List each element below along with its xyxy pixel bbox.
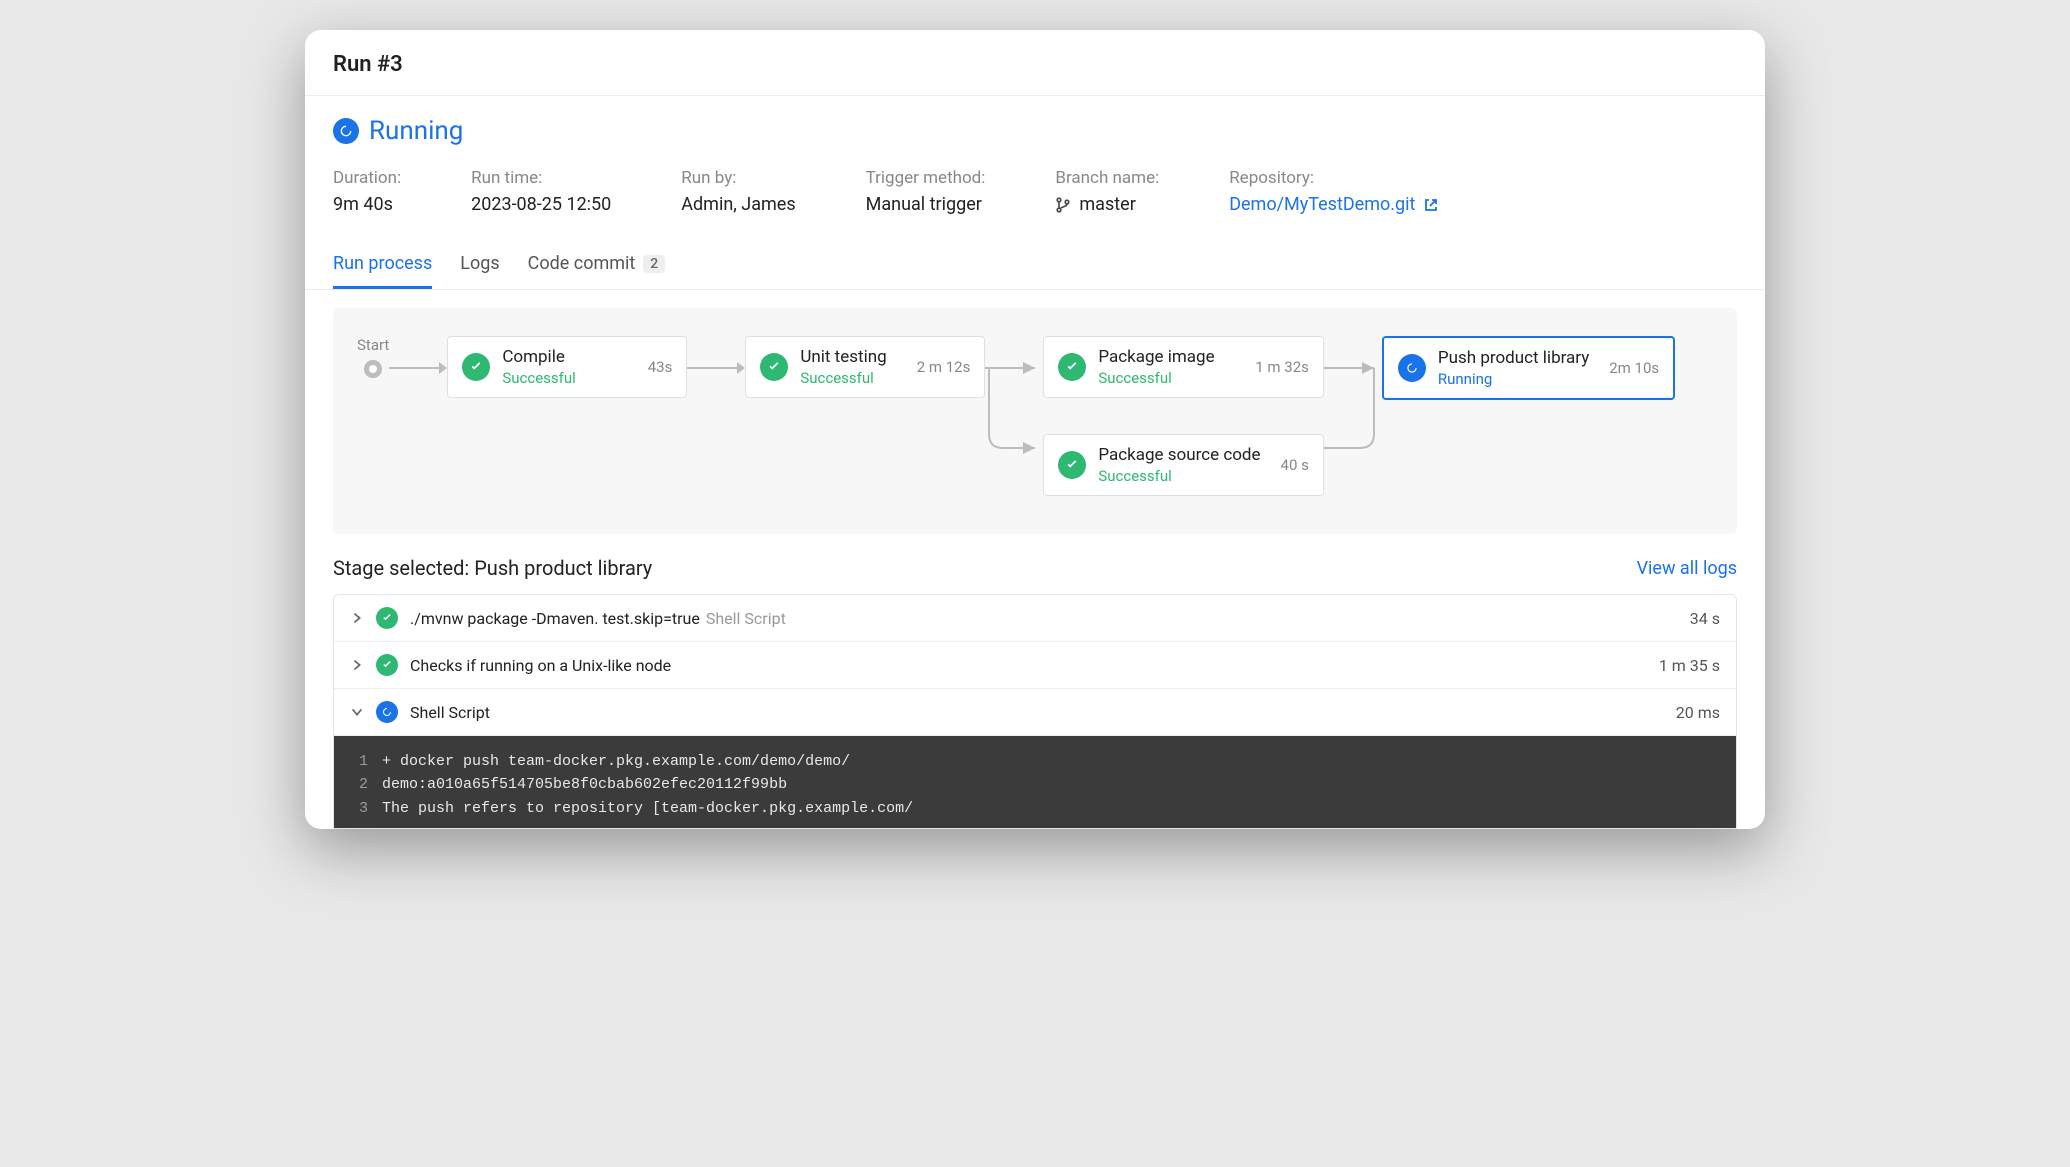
log-time: 34 s [1690, 609, 1720, 628]
start-dot-icon [364, 360, 382, 378]
chevron-right-icon [350, 658, 364, 672]
arrow-icon [687, 348, 745, 388]
stage-push-product-library[interactable]: Push product library Running 2m 10s [1382, 336, 1675, 400]
meta-label: Trigger method: [866, 168, 986, 188]
pipeline-start: Start [357, 336, 389, 378]
chevron-right-icon [350, 611, 364, 625]
stage-package-source[interactable]: Package source code Successful 40 s [1043, 434, 1324, 496]
stage-status: Successful [800, 369, 896, 387]
meta-row: Duration: 9m 40s Run time: 2023-08-25 12… [333, 168, 1737, 215]
stage-package-image[interactable]: Package image Successful 1 m 32s [1043, 336, 1324, 398]
tab-label: Logs [460, 253, 499, 274]
check-circle-icon [376, 607, 398, 629]
log-text: Checks if running on a Unix-like node [410, 656, 671, 675]
log-row-shell-script[interactable]: Shell Script 20 ms [334, 689, 1736, 736]
stage-selected-title: Stage selected: Push product library [333, 556, 652, 580]
status-label: Running [369, 116, 463, 146]
stage-status: Successful [1098, 369, 1235, 387]
tab-label: Run process [333, 253, 432, 274]
stage-time: 2m 10s [1609, 359, 1659, 377]
meta-label: Branch name: [1055, 168, 1159, 188]
check-circle-icon [462, 353, 490, 381]
meta-label: Run time: [471, 168, 611, 188]
log-time: 1 m 35 s [1659, 656, 1720, 675]
meta-trigger: Trigger method: Manual trigger [866, 168, 986, 215]
log-row-unix-check[interactable]: Checks if running on a Unix-like node 1 … [334, 642, 1736, 689]
meta-branch: Branch name: master [1055, 168, 1159, 215]
stage-status: Successful [1098, 467, 1260, 485]
check-circle-icon [1058, 451, 1086, 479]
chevron-down-icon [350, 705, 364, 719]
branch-icon [1055, 197, 1071, 213]
stage-time: 43s [648, 358, 673, 376]
status-row: Running [333, 116, 1737, 146]
pipeline-canvas: Start Compile Successful 43s Unit testin… [333, 308, 1737, 534]
running-icon [376, 701, 398, 723]
external-link-icon [1423, 197, 1439, 213]
view-all-logs-link[interactable]: View all logs [1637, 558, 1737, 579]
tab-label: Code commit [528, 253, 636, 274]
running-icon [1398, 354, 1426, 382]
meta-label: Run by: [681, 168, 795, 188]
arrow-icon [389, 348, 447, 388]
terminal-line: The push refers to repository [team-dock… [382, 797, 913, 820]
meta-runby: Run by: Admin, James [681, 168, 795, 215]
line-number: 1 [350, 750, 368, 773]
tab-logs[interactable]: Logs [460, 243, 499, 289]
meta-value: Admin, James [681, 194, 795, 215]
stage-time: 1 m 32s [1255, 358, 1309, 376]
meta-duration: Duration: 9m 40s [333, 168, 401, 215]
line-number: 3 [350, 797, 368, 820]
meta-value: 2023-08-25 12:50 [471, 194, 611, 215]
check-circle-icon [1058, 353, 1086, 381]
page-title: Run #3 [333, 52, 1737, 77]
meta-runtime: Run time: 2023-08-25 12:50 [471, 168, 611, 215]
tab-code-commit[interactable]: Code commit 2 [528, 243, 666, 289]
header: Run #3 [305, 30, 1765, 96]
stage-status: Successful [502, 369, 627, 387]
running-icon [333, 118, 359, 144]
log-list: ./mvnw package -Dmaven. test.skip=trueSh… [333, 594, 1737, 829]
stage-time: 2 m 12s [917, 358, 971, 376]
stage-unit-testing[interactable]: Unit testing Successful 2 m 12s [745, 336, 985, 398]
repository-name: Demo/MyTestDemo.git [1229, 194, 1415, 215]
commit-count-badge: 2 [643, 255, 665, 273]
check-circle-icon [760, 353, 788, 381]
terminal-line: demo:a010a65f514705be8f0cbab602efec20112… [382, 773, 787, 796]
log-text: Shell Script [410, 703, 490, 722]
meta-label: Repository: [1229, 168, 1439, 188]
status-section: Running Duration: 9m 40s Run time: 2023-… [305, 96, 1765, 215]
line-number: 2 [350, 773, 368, 796]
stage-name: Package image [1098, 347, 1235, 367]
log-text: ./mvnw package -Dmaven. test.skip=trueSh… [410, 609, 786, 628]
stage-compile[interactable]: Compile Successful 43s [447, 336, 687, 398]
stage-status: Running [1438, 370, 1589, 388]
log-row-mvnw[interactable]: ./mvnw package -Dmaven. test.skip=trueSh… [334, 595, 1736, 642]
start-label: Start [357, 336, 389, 354]
meta-repository: Repository: Demo/MyTestDemo.git [1229, 168, 1439, 215]
stage-name: Compile [502, 347, 627, 367]
run-window: Run #3 Running Duration: 9m 40s Run time… [305, 30, 1765, 829]
stage-name: Push product library [1438, 348, 1589, 368]
stage-name: Package source code [1098, 445, 1260, 465]
tabs: Run process Logs Code commit 2 [305, 243, 1765, 290]
stage-name: Unit testing [800, 347, 896, 367]
terminal-line: + docker push team-docker.pkg.example.co… [382, 750, 850, 773]
branch-name: master [1079, 194, 1135, 215]
meta-value: master [1055, 194, 1159, 215]
check-circle-icon [376, 654, 398, 676]
log-time: 20 ms [1676, 703, 1720, 722]
meta-label: Duration: [333, 168, 401, 188]
connector-icon [985, 354, 1043, 464]
stage-selected-header: Stage selected: Push product library Vie… [305, 534, 1765, 594]
tab-run-process[interactable]: Run process [333, 243, 432, 289]
repository-link[interactable]: Demo/MyTestDemo.git [1229, 194, 1439, 215]
terminal-output: 1 + docker push team-docker.pkg.example.c… [334, 736, 1736, 828]
meta-value: Manual trigger [866, 194, 986, 215]
meta-value: 9m 40s [333, 194, 401, 215]
connector-icon [1324, 354, 1382, 464]
stage-time: 40 s [1281, 456, 1309, 474]
